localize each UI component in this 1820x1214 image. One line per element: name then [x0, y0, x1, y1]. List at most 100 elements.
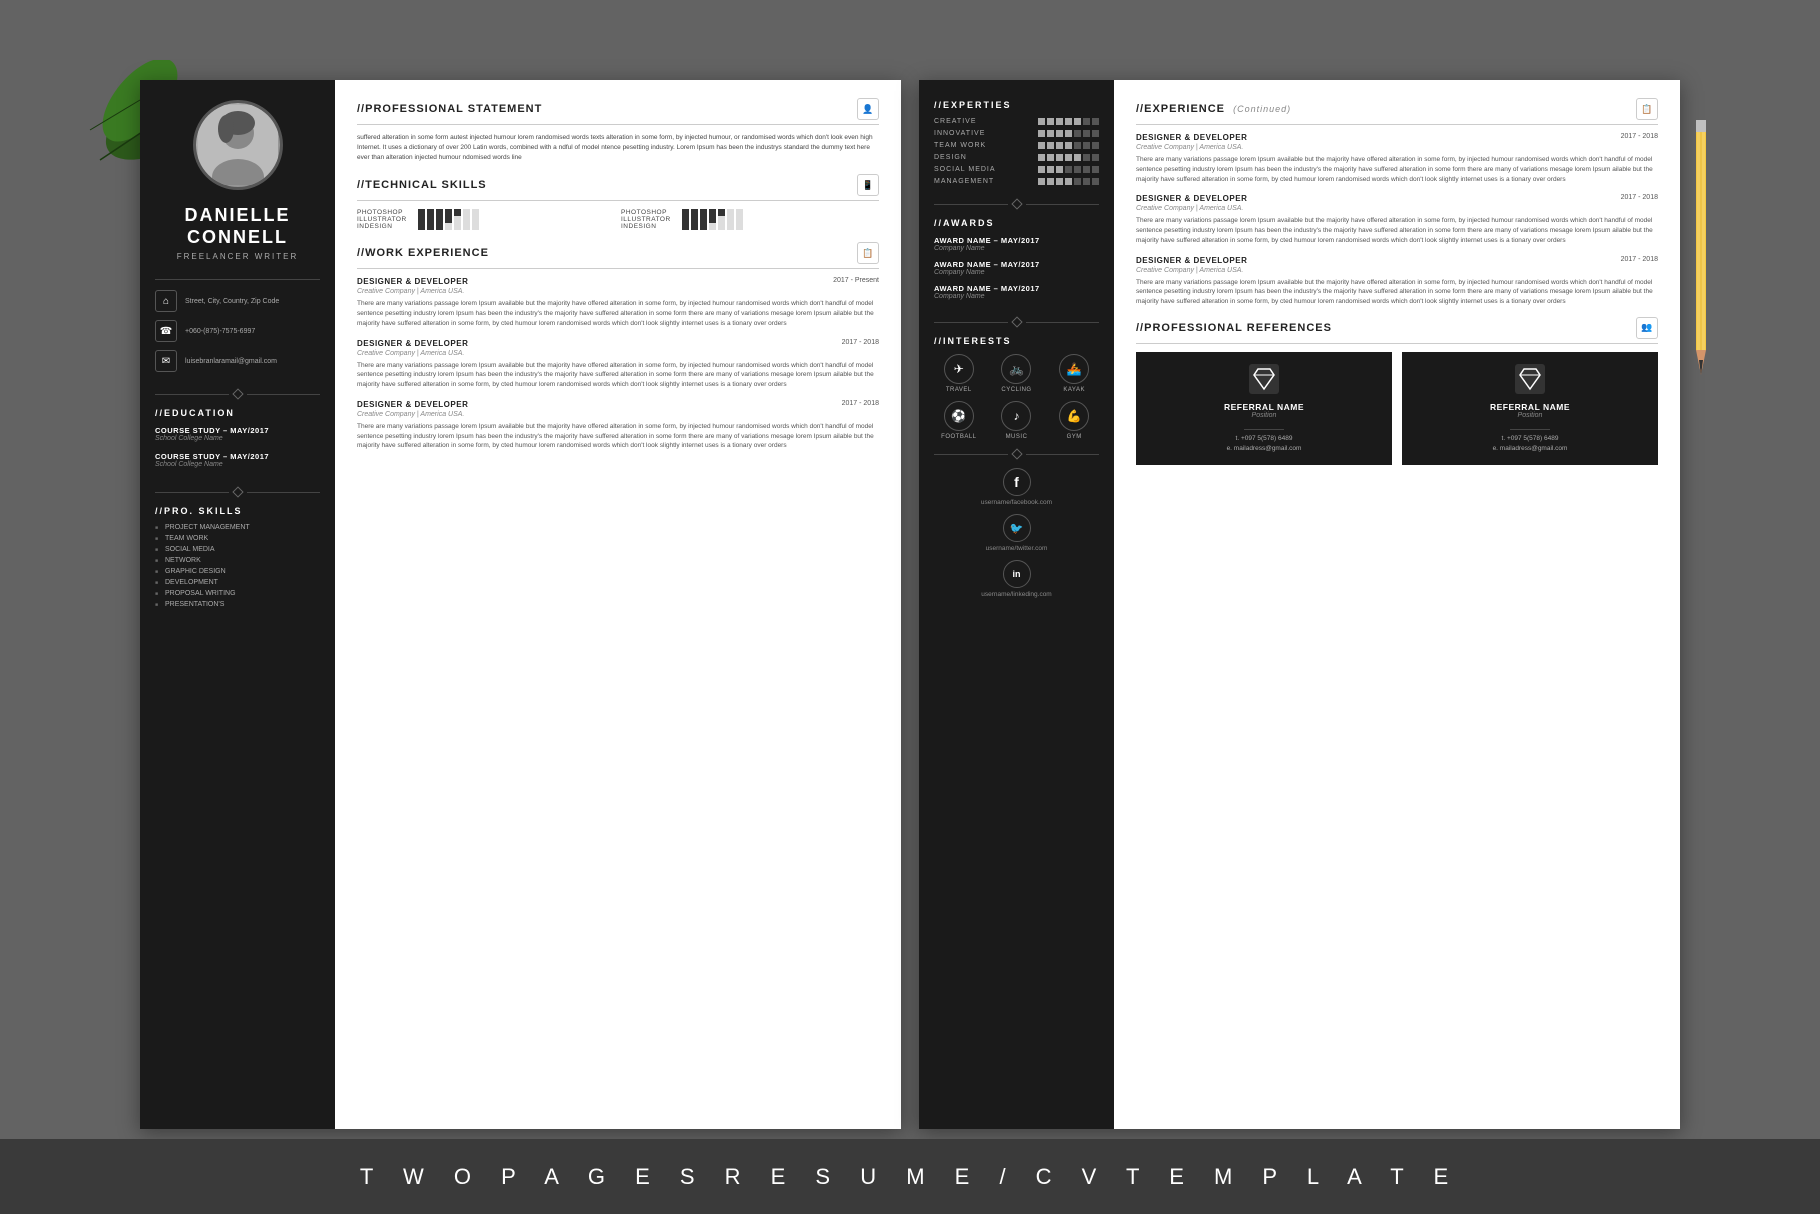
skills-icon: 📱: [857, 174, 879, 196]
indesign-dots-1: [418, 223, 479, 230]
sidebar-page2: //EXPERTIES CREATIVE INNOVATIVE TEAM WOR…: [919, 80, 1114, 1129]
ref-name-1: REFERRAL NAME: [1224, 402, 1304, 412]
dot-empty: [727, 209, 734, 216]
kayak-icon: 🚣: [1059, 354, 1089, 384]
photoshop-label-2: PHOTOSHOP: [621, 209, 676, 216]
design-label: DESIGN: [934, 154, 967, 161]
gym-icon: 💪: [1059, 401, 1089, 431]
edot: [1047, 166, 1054, 173]
edot: [1074, 142, 1081, 149]
pencil-decoration: [1692, 120, 1710, 380]
job2-title: DESIGNER & DEVELOPER: [357, 339, 468, 348]
edot: [1038, 118, 1045, 125]
job-title: FREELANCER WRITER: [177, 252, 299, 261]
technical-skills-title: //TECHNICAL SKILLS: [357, 179, 487, 191]
edot: [1065, 118, 1072, 125]
ref-card-2: REFERRAL NAME Position t. +097 5(578) 64…: [1402, 352, 1658, 466]
references-title: //PROFESSIONAL REFERENCES: [1136, 322, 1332, 334]
email-item: ✉ luisebranlaramail@gmail.com: [155, 350, 320, 372]
references-header: //PROFESSIONAL REFERENCES 👥: [1136, 317, 1658, 344]
dot-empty: [454, 223, 461, 230]
facebook-icon: f: [1003, 468, 1031, 496]
music-icon: ♪: [1001, 401, 1031, 431]
avatar-image: [196, 103, 280, 187]
edot: [1047, 130, 1054, 137]
job2-company: Creative Company | America USA.: [357, 350, 879, 357]
ref-contact-1: t. +097 5(578) 6489 e. mailadress@gmail.…: [1227, 434, 1302, 454]
diamond-divider-1: [155, 390, 320, 398]
job3-date: 2017 - 2018: [842, 400, 879, 409]
edot: [1092, 118, 1099, 125]
edot: [1074, 118, 1081, 125]
photoshop-label-1: PHOTOSHOP: [357, 209, 412, 216]
diamond-icon-2: [232, 487, 243, 498]
ref-position-2: Position: [1518, 412, 1543, 419]
skills-grid: PHOTOSHOP ILLUSTRATOR INDESIGN: [357, 209, 879, 230]
edot: [1038, 166, 1045, 173]
edot: [1074, 154, 1081, 161]
main-content-page2: //EXPERIENCE (Continued) 📋 DESIGNER & DE…: [1114, 80, 1680, 1129]
edu-school-2: School College Name: [155, 461, 320, 468]
skill-indesign-1: INDESIGN: [357, 223, 615, 230]
dot: [709, 209, 716, 216]
skill-photoshop-1: PHOTOSHOP: [357, 209, 615, 216]
dot: [691, 209, 698, 216]
edot: [1083, 154, 1090, 161]
interest-football: ⚽ FOOTBALL: [934, 401, 984, 440]
dot: [436, 223, 443, 230]
award-name-1: AWARD NAME – MAY/2017: [934, 236, 1099, 245]
job2-date: 2017 - 2018: [842, 339, 879, 348]
dot-empty: [736, 209, 743, 216]
dot: [682, 209, 689, 216]
edot: [1056, 142, 1063, 149]
professional-statement-body: suffered alteration in some form autest …: [357, 133, 879, 162]
dot: [418, 216, 425, 223]
dot: [427, 223, 434, 230]
edot: [1074, 178, 1081, 185]
expertise-management: MANAGEMENT: [934, 178, 1099, 185]
facebook-url: username/facebook.com: [981, 499, 1052, 506]
diamond-divider-3: [934, 200, 1099, 208]
email-text: luisebranlaramail@gmail.com: [185, 357, 277, 366]
ref-email-2: e. mailadress@gmail.com: [1493, 444, 1568, 454]
edot: [1056, 130, 1063, 137]
job1-description: There are many variations passage lorem …: [357, 299, 879, 328]
dot: [682, 216, 689, 223]
dot: [691, 223, 698, 230]
award-company-3: Company Name: [934, 293, 1099, 300]
job3-description: There are many variations passage lorem …: [357, 422, 879, 451]
skill-photoshop-2: PHOTOSHOP: [621, 209, 879, 216]
address-item: ⌂ Street, City, Country, Zip Code: [155, 290, 320, 312]
experience-icon: 📋: [1636, 98, 1658, 120]
dot: [700, 216, 707, 223]
ref-icon-1: [1249, 364, 1279, 394]
dot: [436, 209, 443, 216]
diamond-icon-3: [1011, 198, 1022, 209]
photoshop-dots-2: [682, 209, 743, 216]
experience-header: //EXPERIENCE (Continued) 📋: [1136, 98, 1658, 125]
expertise-socialmedia: SOCIAL MEDIA: [934, 166, 1099, 173]
edot: [1083, 166, 1090, 173]
p2-job1-header: DESIGNER & DEVELOPER 2017 - 2018: [1136, 133, 1658, 142]
edot: [1065, 130, 1072, 137]
edot: [1047, 154, 1054, 161]
management-dots: [1038, 178, 1099, 185]
p2-job3-description: There are many variations passage lorem …: [1136, 278, 1658, 307]
dot: [445, 216, 452, 223]
edot: [1083, 178, 1090, 185]
dot: [445, 209, 452, 216]
skill-social-media: SOCIAL MEDIA: [155, 546, 320, 553]
name-block: DANIELLE CONNELL FREELANCER WRITER: [177, 205, 299, 261]
edot: [1038, 142, 1045, 149]
edot: [1038, 130, 1045, 137]
dot-empty: [463, 216, 470, 223]
skill-indesign-2: INDESIGN: [621, 223, 879, 230]
skill-project-mgmt: PROJECT MANAGEMENT: [155, 524, 320, 531]
job2-header: DESIGNER & DEVELOPER 2017 - 2018: [357, 339, 879, 348]
job1-date: 2017 - Present: [833, 277, 879, 286]
photoshop-dots-1: [418, 209, 479, 216]
skill-development: DEVELOPMENT: [155, 579, 320, 586]
creative-dots: [1038, 118, 1099, 125]
footer-bar: T W O P A G E S R E S U M E / C V T E M …: [0, 1139, 1820, 1214]
edot: [1056, 178, 1063, 185]
